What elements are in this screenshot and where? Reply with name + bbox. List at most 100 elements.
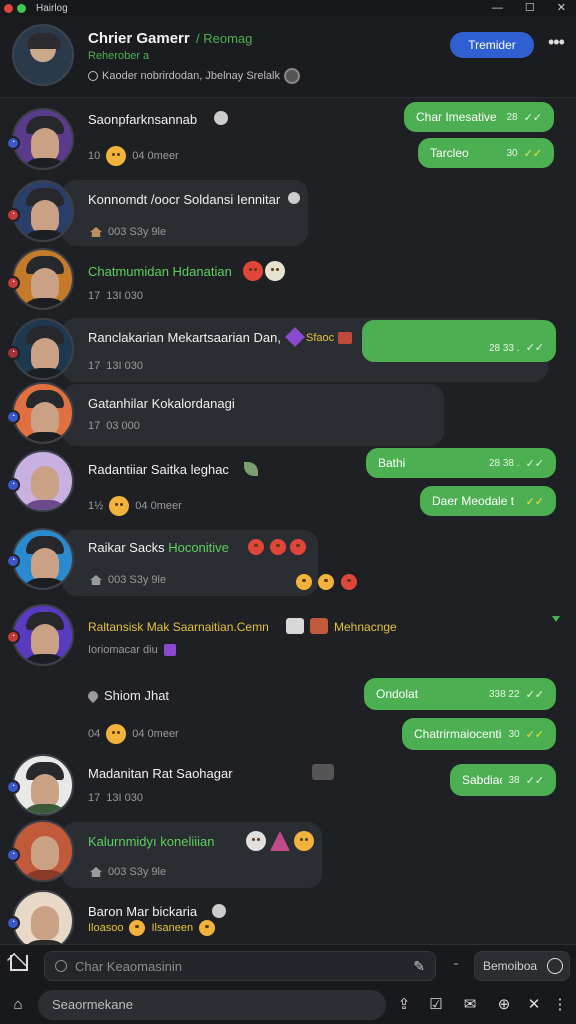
outgoing-bubble[interactable]: Tarcleo 30 ✓✓ [418, 138, 554, 168]
avatar[interactable] [12, 24, 74, 86]
outgoing-bubble[interactable]: Sabdiae 38 ✓✓ [450, 764, 556, 796]
chat-icon[interactable]: ✉ [462, 997, 478, 1013]
message-tag: Mehnacnge [334, 620, 397, 634]
camera-icon [312, 764, 334, 780]
outgoing-bubble[interactable]: Daer Meodale to. ✓✓ [420, 486, 556, 516]
incoming-bubble[interactable] [62, 384, 444, 446]
outgoing-bubble[interactable]: Char Imesative 28 ✓✓ [404, 102, 554, 132]
message-title-row: Shiom Jhat [85, 688, 170, 703]
emoji-icon[interactable] [55, 960, 67, 972]
avatar[interactable] [12, 754, 74, 816]
avatar[interactable] [12, 180, 74, 242]
avatar[interactable] [12, 318, 74, 380]
outgoing-bubble[interactable]: 28 33 . ✓✓ [362, 320, 556, 362]
contact-subtitle: Reherober a [88, 50, 150, 62]
search-input[interactable]: Seaormekane [38, 990, 386, 1020]
header-action-button[interactable]: Tremider [450, 32, 534, 58]
maximize-dot-icon[interactable] [17, 3, 26, 13]
contact-description: Kaoder nobrirdodan, Jbelnay Srelalk [88, 68, 300, 84]
avatar[interactable] [12, 604, 74, 666]
outgoing-time: 28 [506, 111, 518, 123]
message-title: Gatanhilar Kokalordanagi [88, 396, 235, 411]
angry-emoji-icon [290, 539, 306, 555]
gem-icon [163, 644, 176, 656]
more-options-icon[interactable]: ⋮ [552, 997, 568, 1013]
message-title-row: Raikar Sacks Hoconitive [88, 540, 229, 555]
incoming-bubble[interactable] [62, 822, 322, 888]
online-badge-icon: ◔ [6, 410, 20, 424]
online-badge-icon: ◔ [6, 136, 20, 150]
outgoing-bubble[interactable]: Ondolat 338 22 ✓✓ [364, 678, 556, 710]
gift-icon [310, 618, 328, 634]
close-icon[interactable]: ✕ [526, 997, 542, 1013]
message-meta: Ioriomacar diu [88, 644, 176, 656]
avatar[interactable] [12, 528, 74, 590]
outgoing-time: 30 [508, 728, 520, 740]
minimize-icon[interactable]: — [492, 0, 503, 16]
smile-emoji-icon [294, 831, 314, 851]
outgoing-bubble[interactable]: Bathi 28 38 . ✓✓ [366, 448, 556, 478]
message-input[interactable]: Char Keaomasinin ✎ [44, 951, 436, 981]
read-receipt-icon: ✓✓ [525, 495, 544, 508]
message-title: Raikar Sacks [88, 540, 165, 555]
restore-icon[interactable]: ☐ [525, 0, 535, 16]
home-icon [90, 575, 102, 585]
avatar[interactable] [12, 450, 74, 512]
send-button[interactable]: Bemoiboa [474, 951, 570, 981]
message-title: Chatmumidan Hdanatian [88, 264, 232, 279]
meta-count: 17 [88, 792, 101, 804]
bottom-navigation: ⌂ Seaormekane ⇪ ☑ ✉ ⊕ ✕ ⋮ [0, 989, 576, 1024]
online-badge-icon: ◔ [6, 780, 20, 794]
outgoing-bubble[interactable]: Chatrirmaiocentio 30 ✓✓ [402, 718, 556, 750]
composer: Char Keaomasinin ✎ Bemoiboa ⌂ Seaormekan… [0, 944, 576, 1024]
online-badge-icon: ◔ [6, 916, 20, 930]
meta-count: 17 [88, 290, 101, 302]
outgoing-time: 30 [506, 147, 518, 159]
meta-count: Iloasoo [88, 922, 124, 934]
share-icon[interactable]: ⇪ [396, 997, 412, 1013]
pen-icon[interactable]: ✎ [413, 958, 425, 975]
message-list[interactable]: ◔ Saonpfarknsannab 10 04 0meer Char Imes… [0, 98, 576, 944]
close-dot-icon[interactable] [4, 3, 13, 13]
contact-status: / Reomag [196, 31, 253, 46]
home-icon[interactable] [10, 955, 28, 971]
message-title: Kalurnmidyı koneliiian [88, 834, 215, 849]
message-title: Shiom Jhat [104, 688, 170, 703]
gift-icon [286, 618, 304, 634]
dropdown-chevron-icon[interactable] [552, 616, 560, 622]
divider [454, 963, 458, 965]
close-icon[interactable]: ✕ [557, 0, 566, 16]
more-options-icon[interactable]: ••• [548, 32, 565, 53]
avatar[interactable] [12, 108, 74, 170]
home-icon[interactable]: ⌂ [10, 997, 26, 1013]
window-titlebar: Hairlog — ☐ ✕ [0, 0, 576, 16]
message-title: Saonpfarknsannab [88, 112, 198, 127]
meta-time: Ioriomacar diu [88, 644, 158, 656]
avatar[interactable] [12, 820, 74, 882]
meta-count: 17 [88, 420, 101, 432]
contact-name[interactable]: Chrier Gamerr [88, 30, 190, 47]
edit-icon[interactable]: ☑ [428, 997, 444, 1013]
online-badge-icon: ◔ [6, 630, 20, 644]
attach-icon[interactable]: ⊕ [496, 997, 512, 1013]
smile-emoji-icon [129, 920, 146, 936]
avatar[interactable] [12, 890, 74, 944]
location-pin-icon [85, 688, 101, 703]
angry-emoji-icon [243, 261, 263, 281]
avatar[interactable] [12, 248, 74, 310]
online-badge-icon: ◔ [6, 848, 20, 862]
outgoing-text: Sabdiae [462, 773, 503, 787]
outgoing-text: Tarcleo [430, 146, 469, 160]
smile-emoji-icon [318, 574, 334, 590]
read-receipt-icon: ✓✓ [525, 457, 544, 470]
message-title: Ranclakarian Mekartsaarian Dan, [88, 330, 281, 345]
message-meta: 04 04 0meer [88, 724, 179, 744]
avatar[interactable] [12, 382, 74, 444]
meta-time: 13I 030 [106, 290, 143, 302]
smile-emoji-icon [199, 920, 216, 936]
message-meta: 003 S3y 9le [90, 574, 166, 586]
outgoing-text: Chatrirmaiocentio [414, 727, 503, 741]
message-meta: 17 13I 030 [88, 290, 143, 302]
read-receipt-icon: ✓✓ [523, 111, 542, 124]
smile-emoji-icon [109, 496, 130, 516]
